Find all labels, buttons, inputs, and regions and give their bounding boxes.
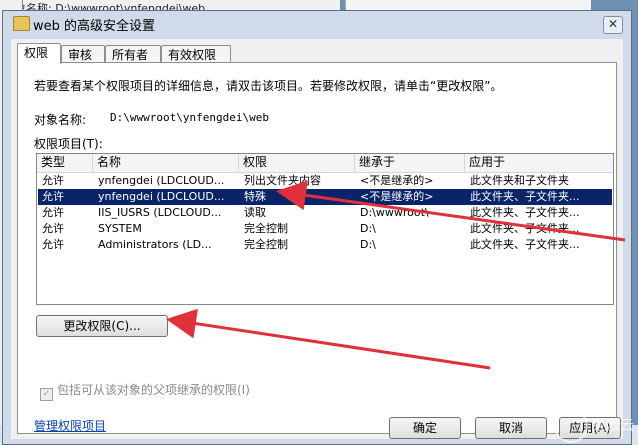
inherit-checkbox[interactable]: ✓ [40, 388, 53, 401]
security-dialog: web 的高级安全设置 ✕ 权限 审核 所有者 有效权限 若要查看某个权限项目的… [2, 10, 632, 445]
cell-permission: 完全控制 [244, 238, 288, 251]
cell-type: 允许 [42, 206, 64, 219]
permission-entries-list[interactable]: 类型 名称 权限 继承于 应用于 允许 ynfengdei (LDCLOUD..… [36, 153, 614, 305]
table-row[interactable]: 允许 SYSTEM 完全控制 D:\ 此文件夹、子文件夹... [38, 221, 612, 237]
inherit-permissions-option[interactable]: ✓ 包括可从该对象的父项继承的权限(I) [40, 381, 250, 401]
cancel-button[interactable]: 取消 [475, 417, 547, 439]
cell-permission: 列出文件夹内容 [244, 174, 321, 187]
column-header-type[interactable]: 类型 [37, 154, 93, 172]
tab-auditing[interactable]: 审核 [61, 45, 105, 63]
cell-inherited-from: <不是继承的> [360, 190, 434, 203]
column-header-name[interactable]: 名称 [93, 154, 239, 172]
info-text: 若要查看某个权限项目的详细信息，请双击该项目。若要修改权限，请单击“更改权限”。 [34, 79, 503, 93]
tab-owner[interactable]: 所有者 [105, 45, 161, 63]
cell-inherited-from: D:\ [360, 238, 376, 251]
object-path: D:\wwwroot\ynfengdei\web [110, 111, 269, 124]
cell-applies-to: 此文件夹、子文件夹... [470, 190, 580, 203]
cell-applies-to: 此文件夹和子文件夹 [470, 174, 569, 187]
watermark: 莱欧云 [554, 409, 634, 443]
tab-effective-permissions[interactable]: 有效权限 [161, 45, 231, 63]
column-header-permission[interactable]: 权限 [239, 154, 355, 172]
cell-applies-to: 此文件夹、子文件夹... [470, 222, 580, 235]
cell-type: 允许 [42, 190, 64, 203]
change-permissions-button[interactable]: 更改权限(C)... [36, 315, 168, 337]
column-header-applies-to[interactable]: 应用于 [465, 154, 613, 172]
cell-type: 允许 [42, 222, 64, 235]
window-title: web 的高级安全设置 [33, 19, 156, 34]
cell-applies-to: 此文件夹、子文件夹... [470, 238, 580, 251]
table-row[interactable]: 允许 IIS_IUSRS (LDCLOUD... 读取 D:\wwwroot\ … [38, 205, 612, 221]
column-header-inherited-from[interactable]: 继承于 [355, 154, 465, 172]
close-icon: ✕ [607, 17, 619, 31]
folder-icon [13, 16, 30, 31]
permissions-panel: 若要查看某个权限项目的详细信息，请双击该项目。若要修改权限，请单击“更改权限”。… [17, 62, 617, 434]
cell-inherited-from: D:\wwwroot\ [360, 206, 429, 219]
tab-permissions[interactable]: 权限 [17, 43, 61, 64]
close-button[interactable]: ✕ [603, 16, 623, 34]
cell-permission: 特殊 [244, 190, 266, 203]
cell-inherited-from: <不是继承的> [360, 174, 434, 187]
permission-entries-label: 权限项目(T): [34, 137, 103, 151]
table-row-selected[interactable]: 允许 ynfengdei (LDCLOUD... 特殊 <不是继承的> 此文件夹… [38, 189, 612, 205]
cell-name: IIS_IUSRS (LDCLOUD... [98, 206, 222, 219]
cell-permission: 完全控制 [244, 222, 288, 235]
object-name-label: 对象名称: [34, 113, 87, 127]
cell-type: 允许 [42, 238, 64, 251]
cell-name: Administrators (LD... [98, 238, 212, 251]
table-row[interactable]: 允许 ynfengdei (LDCLOUD... 列出文件夹内容 <不是继承的>… [38, 173, 612, 189]
dialog-client: 权限 审核 所有者 有效权限 若要查看某个权限项目的详细信息，请双击该项目。若要… [11, 39, 623, 439]
list-header: 类型 名称 权限 继承于 应用于 [37, 154, 613, 173]
cell-permission: 读取 [244, 206, 266, 219]
watermark-logo-icon [554, 409, 588, 443]
title-bar[interactable]: web 的高级安全设置 ✕ [3, 11, 631, 39]
cell-name: ynfengdei (LDCLOUD... [98, 190, 225, 203]
table-row[interactable]: 允许 Administrators (LD... 完全控制 D:\ 此文件夹、子… [38, 237, 612, 253]
manage-permission-entries-link[interactable]: 管理权限项目 [34, 417, 106, 434]
ok-button[interactable]: 确定 [389, 417, 461, 439]
cell-name: SYSTEM [98, 222, 142, 235]
inherit-checkbox-label: 包括可从该对象的父项继承的权限(I) [57, 383, 250, 397]
cell-applies-to: 此文件夹、子文件夹... [470, 206, 580, 219]
cell-type: 允许 [42, 174, 64, 187]
cell-inherited-from: D:\ [360, 222, 376, 235]
cell-name: ynfengdei (LDCLOUD... [98, 174, 225, 187]
